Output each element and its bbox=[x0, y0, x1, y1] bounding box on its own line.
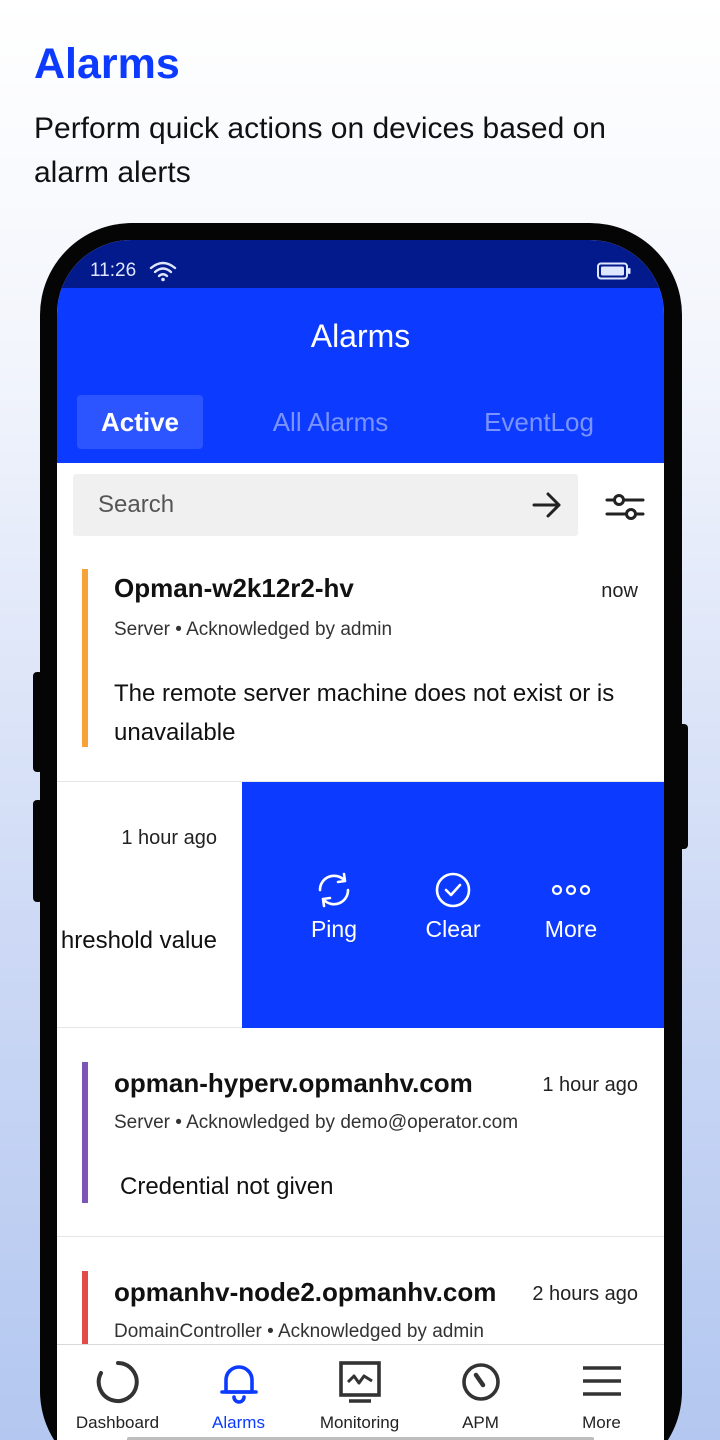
ping-label: Ping bbox=[310, 916, 358, 942]
volume-up-button bbox=[33, 672, 43, 772]
search-box bbox=[73, 474, 578, 536]
filter-icon[interactable] bbox=[605, 492, 645, 522]
ping-button[interactable]: Ping bbox=[279, 870, 389, 943]
alarm-time: now bbox=[601, 580, 638, 602]
menu-icon bbox=[582, 1366, 621, 1396]
volume-down-button bbox=[33, 800, 43, 902]
battery-icon bbox=[597, 262, 631, 280]
alarm-time: 1 hour ago bbox=[121, 827, 217, 849]
dashboard-icon bbox=[96, 1361, 139, 1403]
alarm-time: 2 hours ago bbox=[532, 1283, 638, 1305]
alarm-meta: Server • Acknowledged by demo@operator.c… bbox=[114, 1112, 519, 1133]
clear-label: Clear bbox=[425, 916, 481, 942]
alarm-name: Opman-w2k12r2-hv bbox=[114, 573, 354, 603]
swipe-actions: Ping Clear More bbox=[242, 782, 664, 1028]
nav-label: APM bbox=[462, 1413, 499, 1432]
tab-active[interactable]: Active bbox=[77, 395, 203, 449]
nav-label: Monitoring bbox=[319, 1413, 400, 1432]
search-input[interactable] bbox=[73, 474, 513, 536]
alarm-time: 1 hour ago bbox=[542, 1074, 638, 1096]
wifi-icon bbox=[149, 261, 177, 282]
nav-label: Alarms bbox=[212, 1413, 265, 1432]
alarm-message: hreshold value bbox=[60, 927, 217, 954]
severity-indicator bbox=[82, 1271, 88, 1344]
apm-icon bbox=[461, 1363, 500, 1401]
more-icon bbox=[551, 884, 591, 896]
nav-more[interactable]: More bbox=[541, 1359, 662, 1433]
power-button bbox=[678, 724, 688, 849]
promo-title: Alarms bbox=[34, 40, 180, 88]
more-actions-button[interactable]: More bbox=[516, 870, 626, 943]
alarm-name: opmanhv-node2.opmanhv.com bbox=[114, 1277, 497, 1307]
nav-alarms[interactable]: Alarms bbox=[178, 1359, 299, 1433]
severity-indicator bbox=[82, 569, 88, 747]
clear-icon bbox=[435, 872, 471, 908]
tab-all-alarms[interactable]: All Alarms bbox=[253, 395, 408, 449]
nav-dashboard[interactable]: Dashboard bbox=[57, 1359, 178, 1433]
nav-monitoring[interactable]: Monitoring bbox=[299, 1359, 420, 1433]
status-time: 11:26 bbox=[90, 260, 137, 281]
bell-icon bbox=[219, 1365, 258, 1404]
alarm-message: Credential not given bbox=[120, 1173, 334, 1200]
nav-label: Dashboard bbox=[75, 1413, 160, 1432]
alarm-item[interactable]: opman-hyperv.opmanhv.com 1 hour ago Serv… bbox=[57, 1028, 664, 1237]
bottom-nav: Dashboard Alarms Monitoring APM More bbox=[57, 1344, 664, 1440]
alarm-name: opman-hyperv.opmanhv.com bbox=[114, 1068, 473, 1098]
clear-button[interactable]: Clear bbox=[398, 870, 508, 943]
alarm-item[interactable]: Opman-w2k12r2-hv now Server • Acknowledg… bbox=[57, 548, 664, 782]
tab-eventlog[interactable]: EventLog bbox=[468, 395, 610, 449]
alarm-message: The remote server machine does not exist… bbox=[114, 680, 615, 746]
more-label: More bbox=[544, 916, 598, 942]
page-title: Alarms bbox=[310, 318, 411, 354]
status-bar: 11:26 bbox=[57, 240, 664, 288]
alarm-meta: DomainController • Acknowledged by admin bbox=[114, 1321, 484, 1342]
monitoring-icon bbox=[338, 1361, 381, 1403]
arrow-right-icon[interactable] bbox=[531, 489, 563, 521]
severity-indicator bbox=[82, 1062, 88, 1203]
phone-screen: 11:26 Alarms Active All Alarms EventLog bbox=[57, 240, 664, 1440]
alarm-meta: Server • Acknowledged by admin bbox=[114, 619, 393, 640]
nav-apm[interactable]: APM bbox=[420, 1359, 541, 1433]
alarm-item-swiped[interactable]: 1 hour ago hreshold value Ping Clear Mor… bbox=[57, 782, 664, 1028]
nav-label: More bbox=[582, 1413, 621, 1432]
ping-icon bbox=[318, 872, 350, 908]
alarm-item[interactable]: opmanhv-node2.opmanhv.com 2 hours ago Do… bbox=[57, 1237, 664, 1344]
promo-subtitle: Perform quick actions on devices based o… bbox=[34, 112, 606, 189]
app-header: Alarms Active All Alarms EventLog bbox=[57, 288, 664, 463]
